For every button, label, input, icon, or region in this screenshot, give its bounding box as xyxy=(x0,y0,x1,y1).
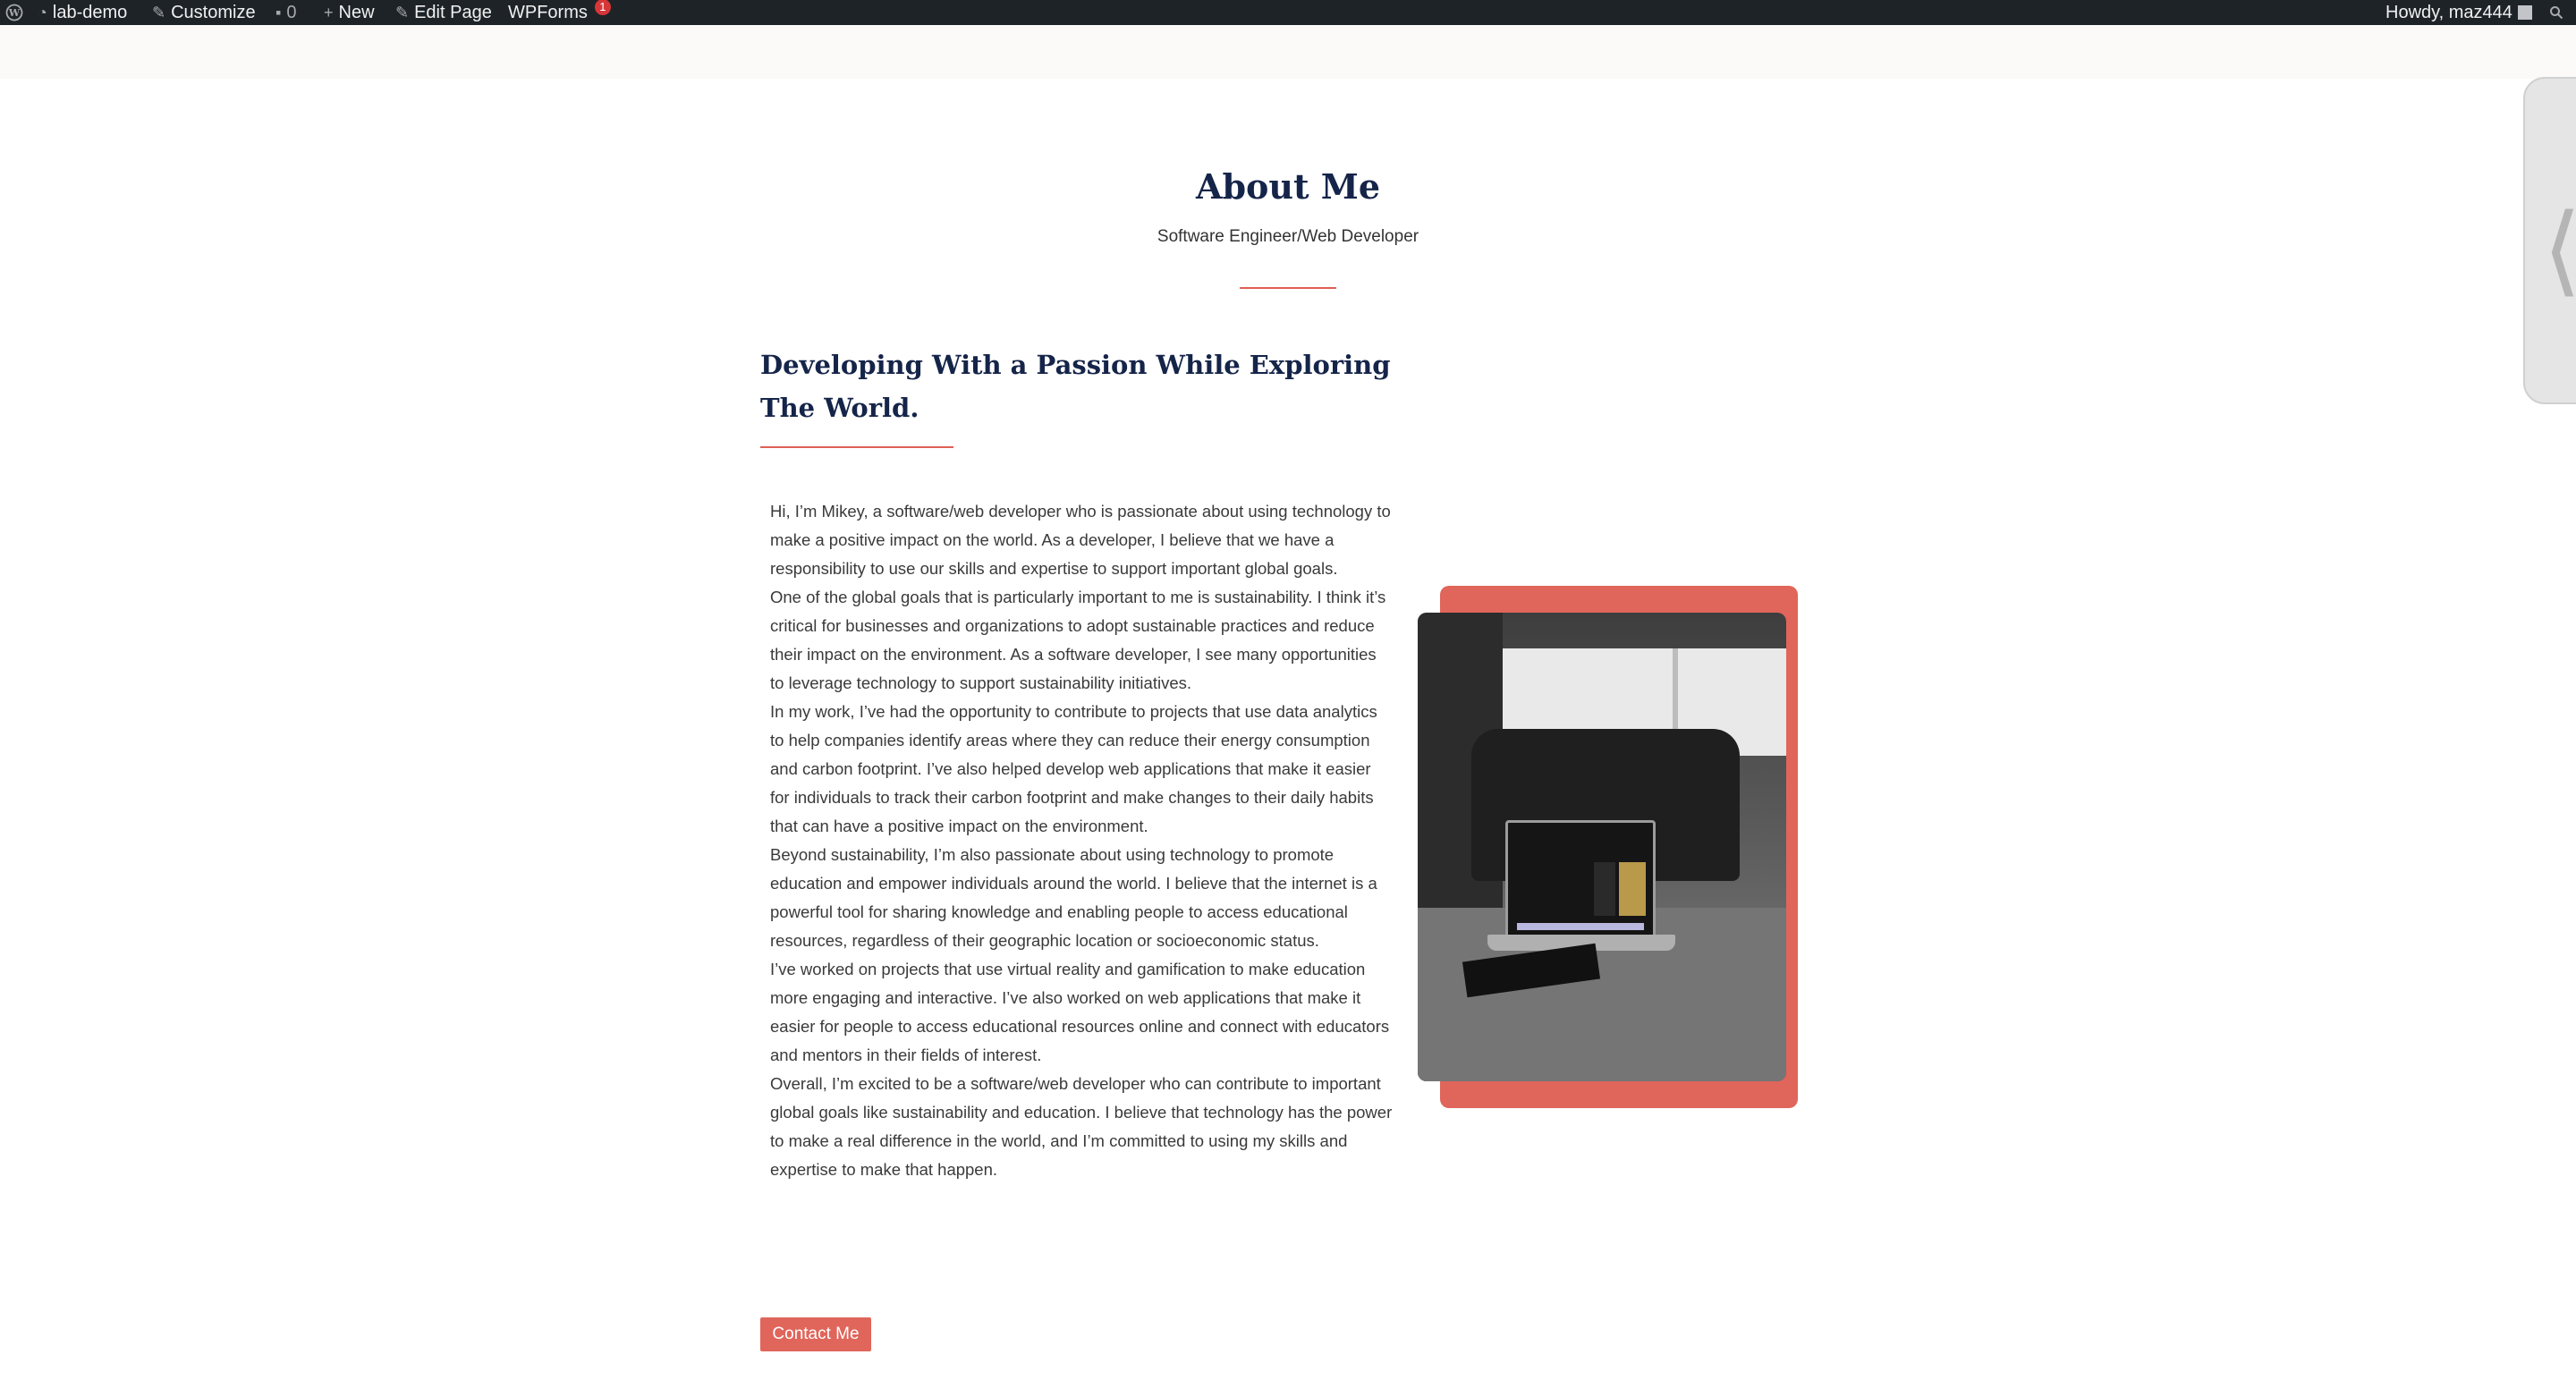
page-title: About Me xyxy=(1195,166,1381,207)
wordpress-logo-icon[interactable]: W xyxy=(5,0,23,25)
pencil-icon: ✎ xyxy=(395,4,410,21)
paragraph: Hi, I’m Mikey, a software/web developer … xyxy=(770,502,1391,578)
title-divider xyxy=(1240,287,1336,289)
avatar xyxy=(2517,5,2532,20)
howdy-label: Howdy, maz444 xyxy=(2385,3,2512,22)
customize-link[interactable]: ✎ Customize xyxy=(152,0,256,25)
paragraph: Overall, I’m excited to be a software/we… xyxy=(770,1074,1393,1179)
edit-page-label: Edit Page xyxy=(414,3,492,22)
about-text: Hi, I’m Mikey, a software/web developer … xyxy=(770,497,1393,1184)
new-label: New xyxy=(338,3,375,22)
wpforms-link[interactable]: WPForms 1 xyxy=(508,0,611,25)
admin-bar: W ◔ lab-demo ✎ Customize ▪ 0 + New ✎ Edi… xyxy=(0,0,2576,25)
comment-icon: ▪ xyxy=(275,4,282,21)
paragraph: I’ve worked on projects that use virtual… xyxy=(770,960,1390,1064)
paragraph: In my work, I’ve had the opportunity to … xyxy=(770,702,1377,835)
customize-label: Customize xyxy=(171,3,256,22)
user-account-link[interactable]: Howdy, maz444 xyxy=(2385,0,2532,25)
notification-badge: 1 xyxy=(594,0,611,15)
svg-text:W: W xyxy=(8,7,21,19)
laptop-photo xyxy=(1418,613,1786,1081)
comments-count: 0 xyxy=(286,3,297,22)
page-subtitle: Software Engineer/Web Developer xyxy=(1157,227,1419,246)
site-name-label: lab-demo xyxy=(52,3,128,22)
section-heading: Developing With a Passion While Explorin… xyxy=(760,350,1391,423)
comments-link[interactable]: ▪ 0 xyxy=(275,0,297,25)
site-name-link[interactable]: ◔ lab-demo xyxy=(38,0,127,25)
paragraph: Beyond sustainability, I’m also passiona… xyxy=(770,845,1377,950)
plus-icon: + xyxy=(324,4,334,21)
chevron-left-icon: ⟨ xyxy=(2543,200,2576,299)
site-header xyxy=(0,25,2576,79)
edit-page-link[interactable]: ✎ Edit Page xyxy=(395,0,492,25)
paragraph: One of the global goals that is particul… xyxy=(770,588,1386,692)
brush-icon: ✎ xyxy=(152,4,166,21)
contact-me-button[interactable]: Contact Me xyxy=(760,1317,871,1351)
new-content-link[interactable]: + New xyxy=(324,0,375,25)
search-icon[interactable] xyxy=(2549,0,2563,25)
heading-divider xyxy=(760,446,953,448)
dashboard-icon: ◔ xyxy=(38,4,47,21)
wpforms-label: WPForms xyxy=(508,3,588,22)
